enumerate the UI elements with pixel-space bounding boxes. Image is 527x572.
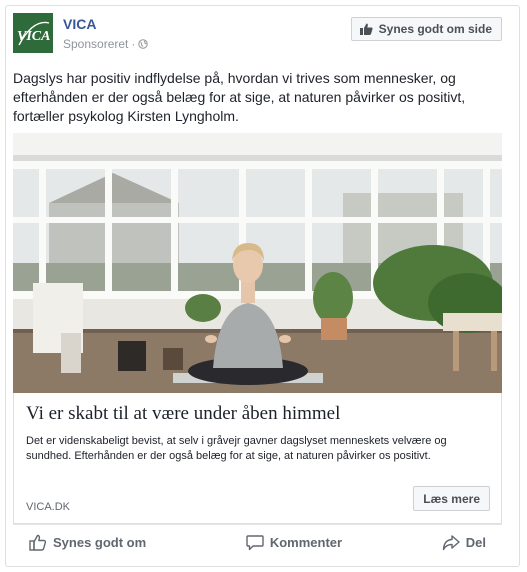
like-page-button[interactable]: Synes godt om side [350,17,502,41]
like-page-label: Synes godt om side [378,22,492,36]
page-avatar[interactable]: VICA [13,13,53,53]
actions-divider [13,524,502,525]
meta-separator: · [131,37,136,51]
globe-icon [138,39,149,49]
like-label: Synes godt om [53,534,147,550]
thumbs-up-icon [29,534,47,551]
sponsored-label[interactable]: Sponsoreret [63,37,128,51]
share-arrow-icon [442,534,460,550]
share-button[interactable]: Del [426,534,502,551]
page-name-link[interactable]: VICA [63,16,96,32]
post-body-text: Dagslys har positiv indflydelse på, hvor… [13,70,466,124]
speech-bubble-icon [246,534,264,550]
vica-logo-icon: VICA [13,13,53,53]
comment-button[interactable]: Kommenter [230,534,358,551]
logo-text: VICA [17,29,50,44]
link-description: Det er videnskabeligt bevist, at selv i … [26,435,447,462]
ad-image[interactable] [13,133,502,393]
link-domain: VICA.DK [26,501,71,513]
share-label: Del [465,534,486,550]
post-header: VICA VICA Sponsoreret · Synes godt om si… [13,13,502,59]
like-button[interactable]: Synes godt om [13,534,162,551]
thumbs-up-icon [359,23,373,35]
sunroom-meditation-image [13,133,502,393]
learn-more-button[interactable]: Læs mere [413,486,490,511]
post-actions-bar: Synes godt om Kommenter Del [13,527,502,557]
link-title[interactable]: Vi er skabt til at være under åben himme… [26,403,491,425]
post-meta: Sponsoreret · [63,37,149,51]
link-preview[interactable]: Vi er skabt til at være under åben himme… [13,393,502,524]
comment-label: Kommenter [269,534,343,550]
